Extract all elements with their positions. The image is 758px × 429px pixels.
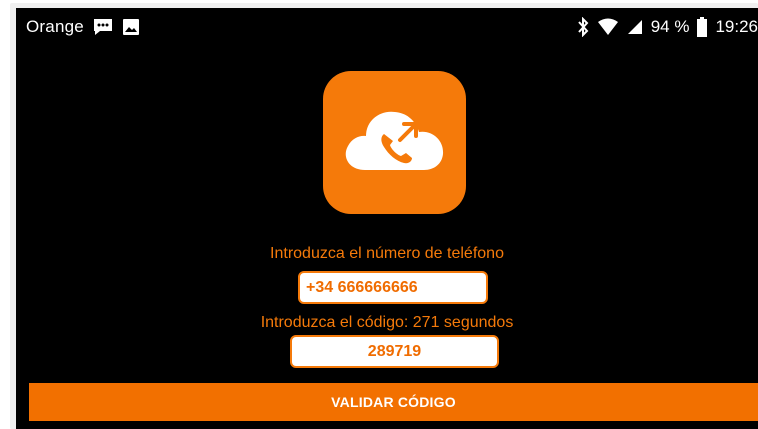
verification-code-input[interactable]: 289719 xyxy=(290,335,499,368)
clock: 19:26 xyxy=(715,17,758,36)
carrier-name: Orange xyxy=(26,17,84,36)
cloud-phone-icon xyxy=(340,100,450,185)
battery-level: 94 % xyxy=(650,17,690,36)
image-icon xyxy=(122,18,140,36)
signal-icon xyxy=(627,19,643,35)
phone-number-value: +34 666666666 xyxy=(306,278,418,296)
code-label: Introduzca el código: 271 segundos xyxy=(260,314,514,331)
message-icon xyxy=(92,17,114,37)
wifi-icon xyxy=(597,18,619,36)
bluetooth-icon xyxy=(577,17,589,37)
status-bar-right: 94 % 19:26 xyxy=(577,8,758,46)
verification-code-value: 289719 xyxy=(367,342,422,360)
battery-icon xyxy=(697,17,708,37)
phone-label: Introduzca el número de teléfono xyxy=(270,245,504,262)
phone-number-input[interactable]: +34 666666666 xyxy=(298,271,488,304)
status-bar-left: Orange xyxy=(26,8,140,46)
status-bar: Orange 94 % 19:26 xyxy=(16,8,758,46)
phone-screen: Orange 94 % 19:26 Introduzca el número d… xyxy=(16,8,758,429)
validate-code-button[interactable]: VALIDAR CÓDIGO xyxy=(29,383,758,421)
app-logo xyxy=(323,71,466,214)
